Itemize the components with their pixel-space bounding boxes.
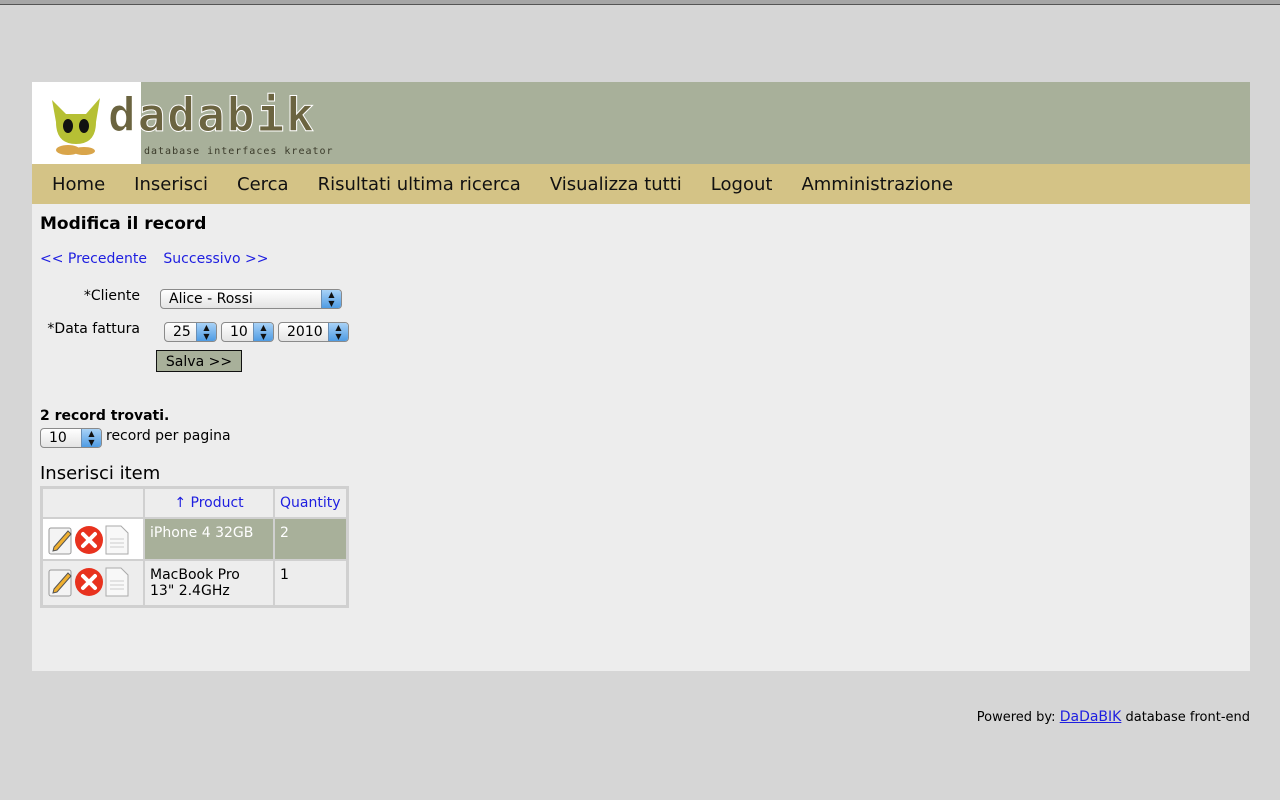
month-select[interactable]: 10 ▲ ▼ (221, 322, 274, 342)
day-select-value: 25 (173, 324, 191, 340)
select-arrows-icon: ▲ ▼ (196, 323, 216, 341)
table-row: iPhone 4 32GB 2 (42, 518, 347, 560)
year-select-value: 2010 (287, 324, 323, 340)
page-title: Modifica il record (40, 214, 207, 234)
records-found: 2 record trovati. (40, 408, 170, 424)
actions-header (42, 488, 144, 518)
nav-visualizza-tutti[interactable]: Visualizza tutti (550, 174, 682, 195)
delete-icon[interactable] (74, 525, 104, 555)
nav-home[interactable]: Home (52, 174, 105, 195)
header: dadabik database interfaces kreator (32, 82, 1250, 164)
per-page-value: 10 (49, 430, 67, 446)
details-icon[interactable] (104, 525, 130, 555)
quantity-cell: 2 (274, 518, 347, 560)
dadabik-link[interactable]: DaDaBIK (1060, 709, 1122, 725)
cliente-select[interactable]: Alice - Rossi ▲ ▼ (160, 289, 342, 309)
per-page-label: record per pagina (106, 428, 231, 444)
content: Modifica il record << Precedente Success… (32, 204, 1250, 608)
quantity-cell: 1 (274, 560, 347, 606)
delete-icon[interactable] (74, 567, 104, 597)
footer-prefix: Powered by: (976, 710, 1056, 725)
month-select-value: 10 (230, 324, 248, 340)
year-select[interactable]: 2010 ▲ ▼ (278, 322, 349, 342)
nav-risultati-ultima-ricerca[interactable]: Risultati ultima ricerca (318, 174, 521, 195)
brand-name: dadabik (108, 88, 316, 143)
quantity-header: Quantity (274, 488, 347, 518)
edit-icon[interactable] (48, 567, 74, 597)
row-actions (42, 518, 144, 560)
edit-icon[interactable] (48, 525, 74, 555)
product-cell: MacBook Pro 13" 2.4GHz (144, 560, 274, 606)
next-record-link[interactable]: Successivo >> (163, 251, 268, 267)
footer-suffix: database front-end (1125, 710, 1250, 725)
nav-inserisci[interactable]: Inserisci (134, 174, 208, 195)
mascot-icon (52, 98, 100, 155)
select-arrows-icon: ▲ ▼ (81, 429, 101, 447)
nav-logout[interactable]: Logout (711, 174, 773, 195)
footer: Powered by: DaDaBIK database front-end (977, 709, 1250, 725)
record-pager: << Precedente Successivo >> (40, 251, 280, 267)
page-container: dadabik database interfaces kreator Home… (32, 82, 1250, 671)
sort-product-link[interactable]: ↑ Product (174, 495, 243, 511)
per-page-select[interactable]: 10 ▲ ▼ (40, 428, 102, 448)
prev-record-link[interactable]: << Precedente (40, 251, 147, 267)
product-header: ↑ Product (144, 488, 274, 518)
nav-cerca[interactable]: Cerca (237, 174, 289, 195)
sort-quantity-link[interactable]: Quantity (280, 495, 341, 511)
select-arrows-icon: ▲ ▼ (328, 323, 348, 341)
table-header-row: ↑ Product Quantity (42, 488, 347, 518)
nav-amministrazione[interactable]: Amministrazione (801, 174, 953, 195)
select-arrows-icon: ▲ ▼ (321, 290, 341, 308)
cliente-label: *Cliente (83, 288, 140, 304)
table-row: MacBook Pro 13" 2.4GHz 1 (42, 560, 347, 606)
items-section-title: Inserisci item (40, 463, 161, 484)
product-cell: iPhone 4 32GB (144, 518, 274, 560)
items-table: ↑ Product Quantity iPhone 4 32GB 2 MacBo… (40, 486, 349, 608)
details-icon[interactable] (104, 567, 130, 597)
cliente-select-value: Alice - Rossi (169, 291, 253, 307)
main-nav: Home Inserisci Cerca Risultati ultima ri… (32, 164, 1250, 204)
window-top-border (0, 0, 1280, 5)
select-arrows-icon: ▲ ▼ (253, 323, 273, 341)
day-select[interactable]: 25 ▲ ▼ (164, 322, 217, 342)
brand-tagline: database interfaces kreator (144, 146, 334, 157)
save-button[interactable]: Salva >> (156, 350, 242, 372)
data-fattura-label: *Data fattura (47, 321, 140, 337)
row-actions (42, 560, 144, 606)
